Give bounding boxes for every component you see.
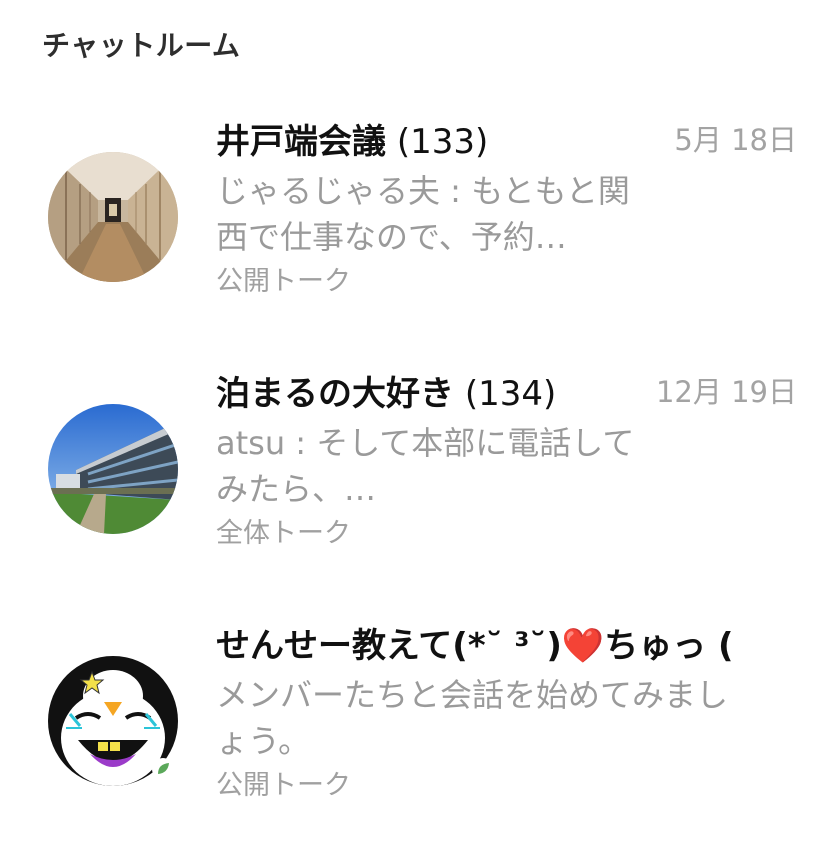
leaf-badge-icon xyxy=(152,758,174,780)
chat-name-text: 井戸端会議 xyxy=(216,122,386,162)
chat-date: 5月 18日 xyxy=(674,123,797,157)
building-photo-icon xyxy=(48,404,178,534)
chat-type-label: 公開トーク xyxy=(216,770,351,801)
corridor-photo-icon xyxy=(48,152,178,282)
chat-list-item[interactable]: 井戸端会議 (133) 5月 18日 じゃるじゃる夫 : もともと関西で仕事なの… xyxy=(0,118,839,348)
last-message-preview: atsu : そして本部に電話してみたら、… xyxy=(216,424,635,508)
chat-name: 泊まるの大好き (134) xyxy=(216,370,656,418)
last-message-preview: じゃるじゃる夫 : もともと関西で仕事なので、予約… xyxy=(216,172,630,256)
member-count: (133) xyxy=(396,122,489,162)
chat-name: せんせー教えて(*˘ ³˘)❤️ちゅっ ( xyxy=(216,622,776,670)
chat-type-label: 全体トーク xyxy=(216,518,351,549)
chat-date: 12月 19日 xyxy=(655,375,797,409)
chat-type-label: 公開トーク xyxy=(216,266,351,297)
chat-list-item[interactable]: せんせー教えて(*˘ ³˘)❤️ちゅっ ( メンバーたちと会話を始めてみましょう… xyxy=(0,622,839,852)
chat-list-item[interactable]: 泊まるの大好き (134) 12月 19日 atsu : そして本部に電話してみ… xyxy=(0,370,839,600)
chat-name: 井戸端会議 (133) xyxy=(216,118,656,166)
chat-name-text: せんせー教えて(*˘ ³˘)❤️ちゅっ ( xyxy=(216,626,734,666)
chat-name-text: 泊まるの大好き xyxy=(216,374,454,414)
section-title: チャットルーム xyxy=(42,29,241,62)
member-count: (134) xyxy=(464,374,557,414)
last-message-preview: メンバーたちと会話を始めてみましょう。 xyxy=(216,676,729,760)
